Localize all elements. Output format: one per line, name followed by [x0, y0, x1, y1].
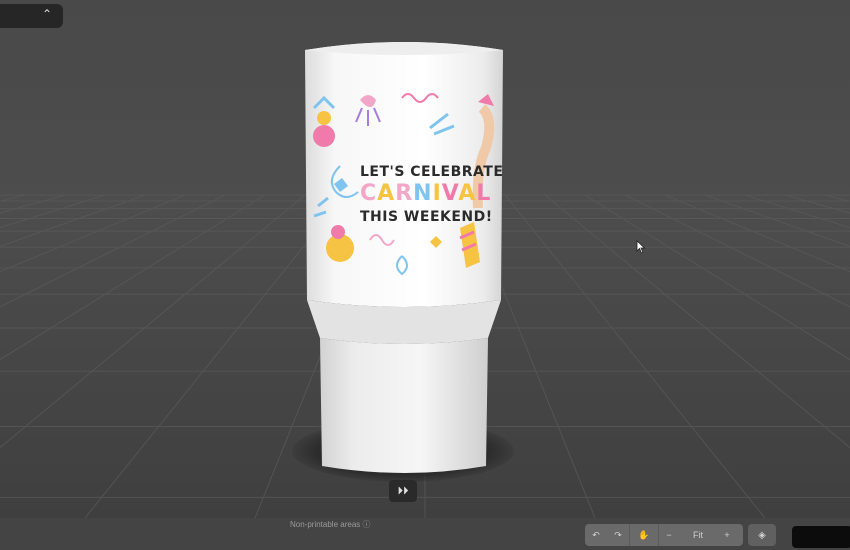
- print-text-line3: THIS WEEKEND!: [360, 209, 493, 225]
- non-printable-areas-toggle[interactable]: Non-printable areas ⓘ: [290, 519, 370, 530]
- carnival-letter: N: [413, 181, 433, 206]
- carnival-letter: A: [377, 181, 396, 206]
- view-controls-group: ↶ ↷ ✋ − Fit +: [585, 524, 743, 546]
- fast-forward-icon: ⏵⏵: [397, 484, 409, 497]
- product-print-design: LET'S CELEBRATE CARNIVAL THIS WEEKEND!: [310, 88, 504, 288]
- zoom-level: Fit: [693, 530, 703, 540]
- zoom-in-button[interactable]: +: [717, 530, 737, 540]
- print-text-line1: LET'S CELEBRATE: [360, 164, 504, 180]
- carnival-letter: I: [432, 181, 442, 206]
- print-text-carnival: CARNIVAL: [360, 181, 500, 206]
- mouse-cursor-icon: [636, 240, 646, 254]
- tag-icon: ◈: [758, 529, 766, 541]
- carnival-letter: V: [441, 181, 459, 206]
- 3d-viewport[interactable]: LET'S CELEBRATE CARNIVAL THIS WEEKEND!: [0, 0, 850, 518]
- play-animation-button[interactable]: ⏵⏵: [389, 480, 417, 502]
- tag-button[interactable]: ◈: [748, 524, 776, 546]
- chevron-up-icon: ⌃: [42, 7, 53, 21]
- carnival-letter: L: [476, 181, 492, 206]
- carnival-letter: C: [360, 181, 378, 206]
- collapse-panel-button[interactable]: ⌃: [0, 4, 63, 28]
- redo-button[interactable]: ↷: [607, 530, 629, 541]
- primary-action-button[interactable]: [792, 526, 850, 548]
- carnival-letter: A: [458, 181, 477, 206]
- pan-hand-button[interactable]: ✋: [629, 524, 659, 546]
- carnival-letter: R: [395, 181, 414, 206]
- zoom-out-button[interactable]: −: [659, 530, 679, 540]
- undo-button[interactable]: ↶: [585, 530, 607, 541]
